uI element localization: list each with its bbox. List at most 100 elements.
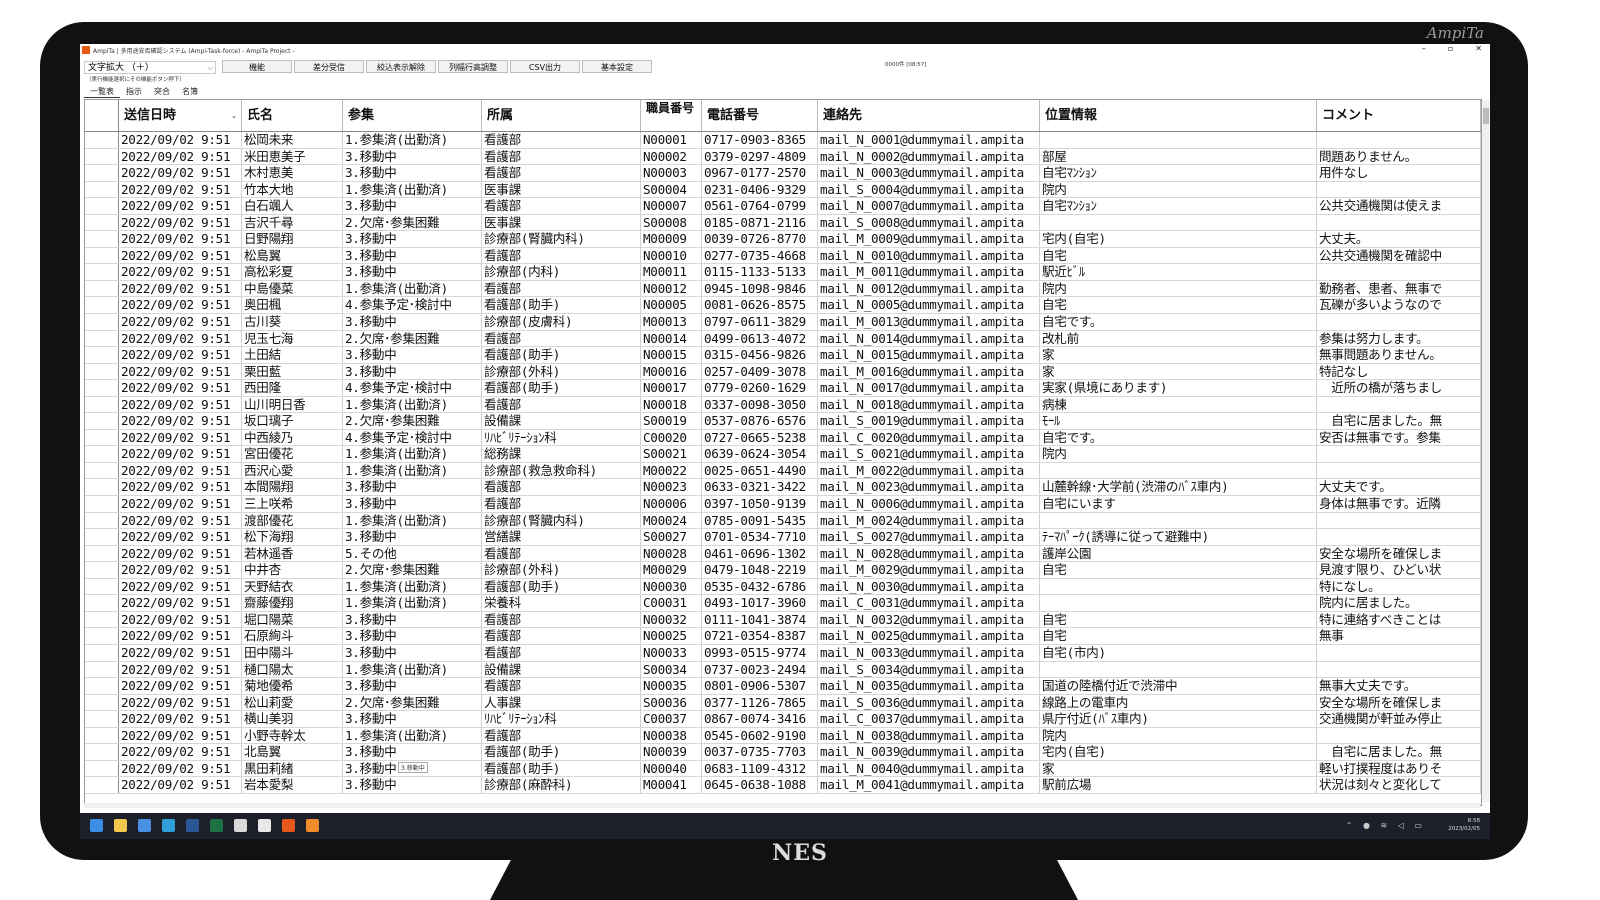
cell-staff-id[interactable]: N00032 xyxy=(641,611,702,628)
cell-staff-id[interactable]: C00037 xyxy=(641,711,702,727)
row-header[interactable] xyxy=(85,396,119,413)
cell-location[interactable]: 実家(県境にあります) xyxy=(1040,380,1317,396)
cell-contact[interactable]: mail_N_0039@dummymail.ampita xyxy=(818,744,1040,760)
cell-location[interactable] xyxy=(1040,214,1317,231)
row-header[interactable] xyxy=(85,744,119,760)
table-row[interactable]: 2022/09/02 9:51 白石颯人 3.移動中 看護部 N00007 0561-07… xyxy=(85,198,1481,215)
cell-phone[interactable]: 0315-0456-9826 xyxy=(702,347,818,363)
chrome-icon[interactable] xyxy=(258,819,271,832)
cell-contact[interactable]: mail_N_0010@dummymail.ampita xyxy=(818,247,1040,264)
cell-department[interactable]: 看護部(助手) xyxy=(482,297,641,314)
column-header-contact[interactable]: 連絡先 xyxy=(818,100,1040,131)
table-row[interactable]: 2022/09/02 9:51 松下海翔 3.移動中 営繕課 S00027 0701-05… xyxy=(85,529,1481,546)
cell-contact[interactable]: mail_N_0001@dummymail.ampita xyxy=(818,132,1040,148)
cell-comment[interactable] xyxy=(1317,512,1481,529)
cell-comment[interactable] xyxy=(1317,396,1481,413)
cell-location[interactable]: 自宅(市内) xyxy=(1040,644,1317,661)
cell-name[interactable]: 渡部優花 xyxy=(242,512,343,529)
table-row[interactable]: 2022/09/02 9:51 土田結 3.移動中 看護部(助手) N00015 0315… xyxy=(85,347,1481,364)
cell-sent-time[interactable]: 2022/09/02 9:51 xyxy=(119,479,242,496)
cell-attendance[interactable]: 4.参集予定･検討中 xyxy=(343,429,482,446)
cell-name[interactable]: 小野寺幹太 xyxy=(242,727,343,744)
cell-comment[interactable] xyxy=(1317,314,1481,330)
cell-department[interactable]: 看護部 xyxy=(482,132,641,148)
cell-location[interactable]: 国道の陸橋付近で渋滞中 xyxy=(1040,678,1317,694)
cell-department[interactable]: 診療部(皮膚科) xyxy=(482,314,641,330)
cell-department[interactable]: 看護部(助手) xyxy=(482,760,641,777)
cell-department[interactable]: 看護部 xyxy=(482,496,641,512)
cell-staff-id[interactable]: S00008 xyxy=(641,214,702,231)
cell-comment[interactable] xyxy=(1317,661,1481,678)
cell-department[interactable]: 看護部 xyxy=(482,247,641,264)
cell-staff-id[interactable]: N00025 xyxy=(641,628,702,644)
cell-comment[interactable]: 無事問題ありません。 xyxy=(1317,347,1481,363)
cell-attendance[interactable]: 1.参集済(出勤済) xyxy=(343,132,482,148)
row-header[interactable] xyxy=(85,330,119,347)
ampita-icon[interactable] xyxy=(306,819,319,832)
table-row[interactable]: 2022/09/02 9:51 松島翼 3.移動中 看護部 N00010 0277-073… xyxy=(85,247,1481,265)
cell-attendance[interactable]: 2.欠席･参集困難 xyxy=(343,330,482,347)
cell-name[interactable]: 菊地優希 xyxy=(242,678,343,694)
cell-staff-id[interactable]: N00015 xyxy=(641,347,702,363)
cell-sent-time[interactable]: 2022/09/02 9:51 xyxy=(119,363,242,380)
cell-contact[interactable]: mail_M_0029@dummymail.ampita xyxy=(818,562,1040,578)
row-header[interactable] xyxy=(85,264,119,280)
column-header-location[interactable]: 位置情報 xyxy=(1040,100,1317,131)
cell-attendance[interactable]: 1.参集済(出勤済) xyxy=(343,280,482,297)
cell-comment[interactable]: 自宅に居ました。無 xyxy=(1317,744,1481,760)
table-row[interactable]: 2022/09/02 9:51 木村恵美 3.移動中 看護部 N00003 0967-01… xyxy=(85,165,1481,182)
cell-contact[interactable]: mail_N_0005@dummymail.ampita xyxy=(818,297,1040,314)
cell-name[interactable]: 古川葵 xyxy=(242,314,343,330)
cell-attendance[interactable]: 1.参集済(出勤済) xyxy=(343,446,482,462)
cell-phone[interactable]: 0683-1109-4312 xyxy=(702,760,818,777)
table-row[interactable]: 2022/09/02 9:51 坂口璃子 2.欠席･参集困難 設備課 S00019 053… xyxy=(85,413,1481,430)
cell-location[interactable]: 家 xyxy=(1040,760,1317,777)
cell-name[interactable]: 松岡未来 xyxy=(242,132,343,148)
column-header-phone[interactable]: 電話番号 xyxy=(702,100,818,131)
cell-name[interactable]: 宮田優花 xyxy=(242,446,343,462)
cell-contact[interactable]: mail_N_0006@dummymail.ampita xyxy=(818,496,1040,512)
cell-contact[interactable]: mail_M_0016@dummymail.ampita xyxy=(818,363,1040,380)
cell-contact[interactable]: mail_N_0007@dummymail.ampita xyxy=(818,198,1040,214)
cell-contact[interactable]: mail_N_0030@dummymail.ampita xyxy=(818,578,1040,595)
cell-name[interactable]: 岩本愛梨 xyxy=(242,777,343,793)
cell-name[interactable]: 天野結衣 xyxy=(242,578,343,595)
cell-staff-id[interactable]: N00038 xyxy=(641,727,702,744)
cell-sent-time[interactable]: 2022/09/02 9:51 xyxy=(119,330,242,347)
cell-name[interactable]: 北島翼 xyxy=(242,744,343,760)
cell-attendance[interactable]: 3.移動中 xyxy=(343,529,482,545)
cell-attendance[interactable]: 3.移動中 xyxy=(343,148,482,165)
table-row[interactable]: 2022/09/02 9:51 奥田楓 4.参集予定･検討中 看護部(助手) N0000… xyxy=(85,297,1481,315)
cell-contact[interactable]: mail_S_0004@dummymail.ampita xyxy=(818,181,1040,198)
browser-icon[interactable] xyxy=(162,819,175,832)
cell-location[interactable]: 家 xyxy=(1040,347,1317,363)
table-row[interactable]: 2022/09/02 9:51 本間陽翔 3.移動中 看護部 N00023 0633-03… xyxy=(85,479,1481,497)
cell-sent-time[interactable]: 2022/09/02 9:51 xyxy=(119,231,242,247)
cell-department[interactable]: 看護部 xyxy=(482,198,641,214)
row-header[interactable] xyxy=(85,165,119,181)
maximize-button[interactable]: ▫ xyxy=(1448,44,1453,53)
cell-name[interactable]: 田中陽斗 xyxy=(242,644,343,661)
cell-location[interactable]: 院内 xyxy=(1040,727,1317,744)
cell-sent-time[interactable]: 2022/09/02 9:51 xyxy=(119,595,242,611)
cell-attendance[interactable]: 2.欠席･参集困難 xyxy=(343,694,482,711)
scrollbar-thumb[interactable] xyxy=(1483,108,1489,124)
cell-staff-id[interactable]: N00007 xyxy=(641,198,702,214)
cell-name[interactable]: 本間陽翔 xyxy=(242,479,343,496)
cell-comment[interactable]: 安全な場所を確保しま xyxy=(1317,694,1481,711)
table-row[interactable]: 2022/09/02 9:51 田中陽斗 3.移動中 看護部 N00033 0993-05… xyxy=(85,644,1481,662)
cell-sent-time[interactable]: 2022/09/02 9:51 xyxy=(119,744,242,760)
cell-sent-time[interactable]: 2022/09/02 9:51 xyxy=(119,611,242,628)
cell-name[interactable]: 米田恵美子 xyxy=(242,148,343,165)
cell-staff-id[interactable]: M00013 xyxy=(641,314,702,330)
cell-comment[interactable] xyxy=(1317,462,1481,479)
cell-staff-id[interactable]: S00019 xyxy=(641,413,702,429)
minimize-button[interactable]: – xyxy=(1422,44,1426,53)
row-header[interactable] xyxy=(85,231,119,247)
cell-contact[interactable]: mail_N_0032@dummymail.ampita xyxy=(818,611,1040,628)
cell-phone[interactable]: 0779-0260-1629 xyxy=(702,380,818,396)
cell-staff-id[interactable]: N00040 xyxy=(641,760,702,777)
cell-department[interactable]: ﾘﾊﾋﾞﾘﾃｰｼｮﾝ科 xyxy=(482,711,641,727)
row-header[interactable] xyxy=(85,132,119,148)
row-header[interactable] xyxy=(85,429,119,446)
